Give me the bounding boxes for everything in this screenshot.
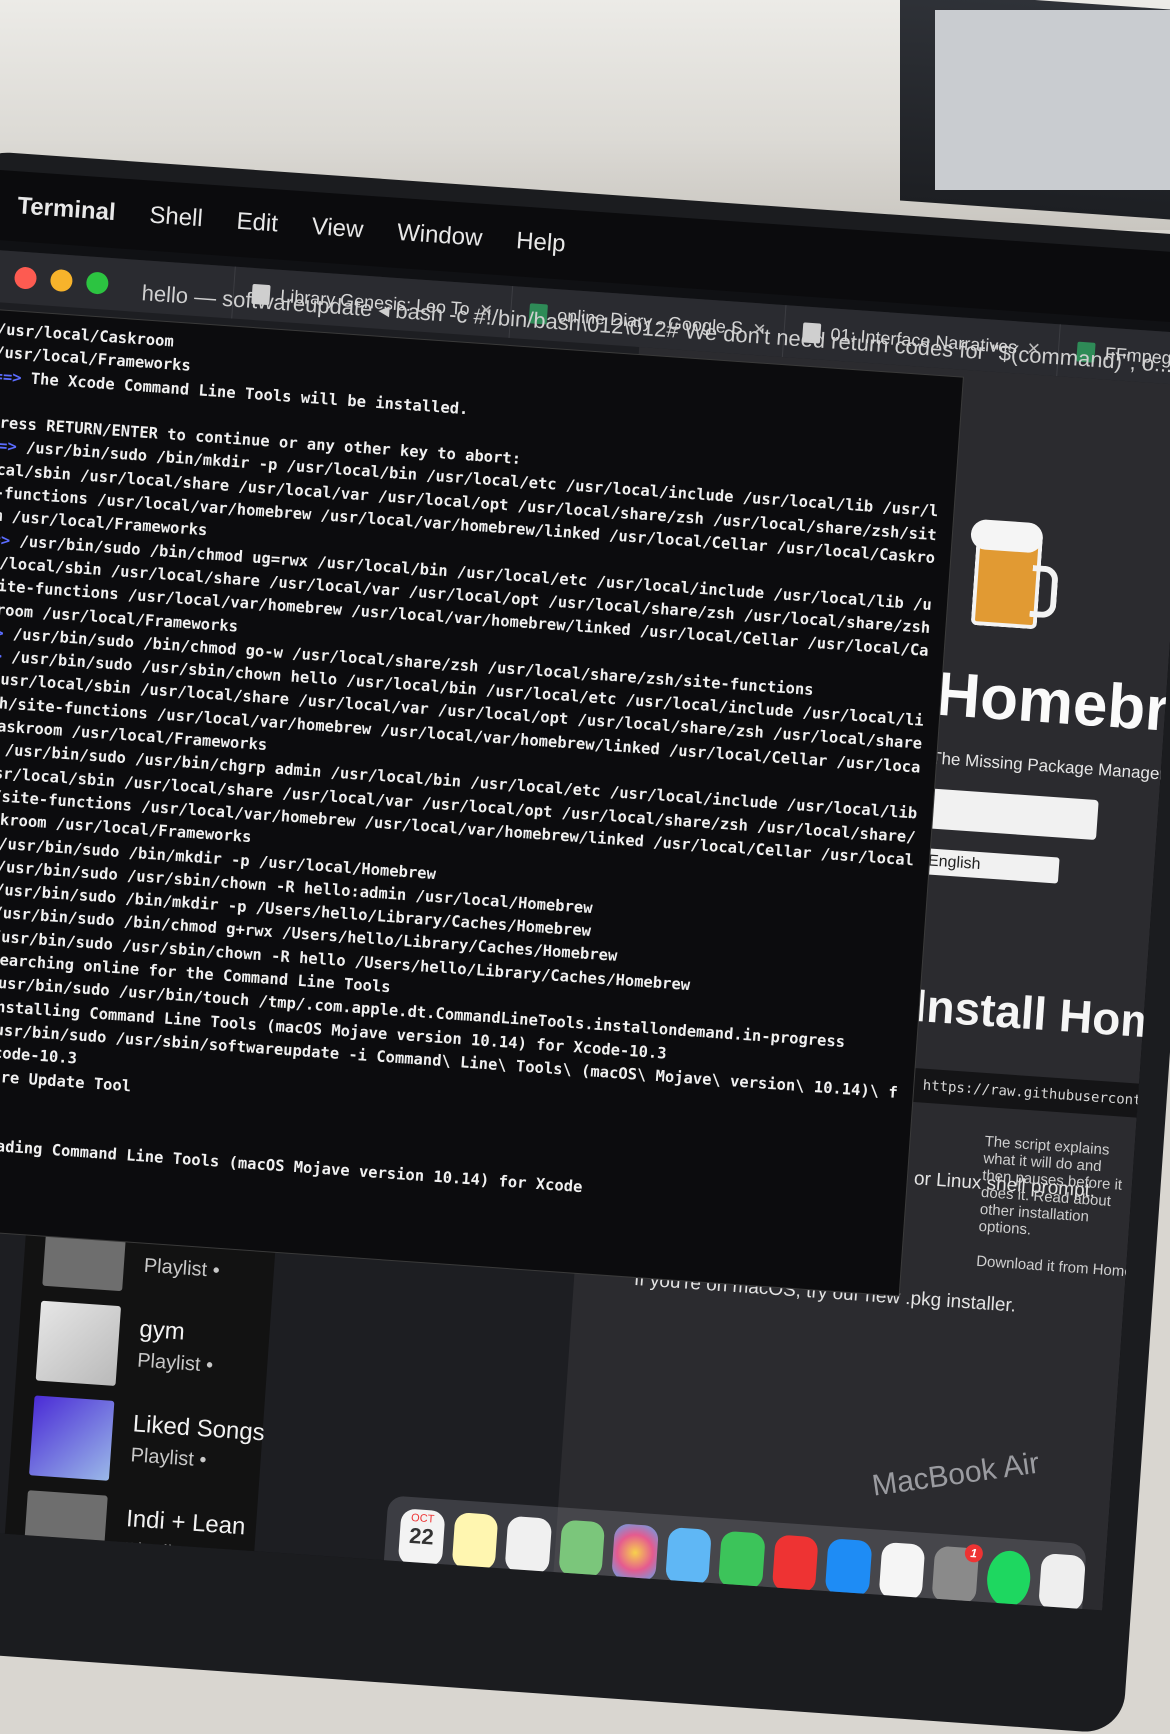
- music-icon[interactable]: [878, 1541, 926, 1601]
- homebrew-beer-logo-icon: [969, 511, 1059, 630]
- prompt-arrow-icon: ==>: [0, 436, 18, 457]
- language-select[interactable]: English: [923, 848, 1060, 884]
- homebrew-title: Homebrew: [933, 659, 1170, 751]
- playlist-item[interactable]: gym Playlist •: [35, 1300, 271, 1407]
- notification-badge: 1: [964, 1543, 984, 1563]
- terminal-output: /usr/local/Caskroom/usr/local/Frameworks…: [0, 318, 947, 1246]
- terminal-line-text: [0, 390, 2, 409]
- playlist-item[interactable]: Liked Songs Playlist •: [28, 1395, 266, 1501]
- maps-icon[interactable]: [557, 1519, 606, 1579]
- prompt-arrow-icon: ==>: [0, 366, 23, 387]
- messages-icon[interactable]: [664, 1526, 713, 1586]
- homebrew-subtitle: The Missing Package Manager for macOS (o…: [930, 748, 1170, 795]
- playlist-name: gym: [138, 1315, 186, 1346]
- playlist-type: Playlist •: [129, 1444, 208, 1472]
- document-icon[interactable]: [1038, 1553, 1086, 1611]
- menu-edit[interactable]: Edit: [236, 208, 279, 239]
- install-heading: Install Homebrew: [912, 978, 1170, 1058]
- playlist-name: Liked Songs: [131, 1410, 266, 1447]
- liked-songs-heart-icon: [29, 1395, 115, 1481]
- menu-app-terminal[interactable]: Terminal: [17, 192, 117, 227]
- background-monitor-screen: [935, 10, 1170, 190]
- system-preferences-icon[interactable]: 1: [931, 1543, 984, 1605]
- close-window-icon[interactable]: [13, 266, 38, 290]
- terminal-window[interactable]: hello — softwareupdate ◂ bash -c #!/bin/…: [0, 280, 1170, 1296]
- homebrew-search-input[interactable]: [926, 788, 1099, 841]
- notes-icon[interactable]: [451, 1512, 499, 1571]
- menu-shell[interactable]: Shell: [148, 202, 204, 234]
- playlist-type: Playlist •: [143, 1254, 221, 1282]
- zoom-window-icon[interactable]: [85, 271, 110, 295]
- menu-help[interactable]: Help: [515, 227, 566, 258]
- playlist-cover: [35, 1300, 122, 1387]
- playlist-name: Indi + Lean: [125, 1505, 247, 1541]
- reminders-icon[interactable]: [504, 1515, 552, 1575]
- menu-window[interactable]: Window: [396, 219, 483, 253]
- facetime-icon[interactable]: [718, 1530, 766, 1590]
- script-note: The script explains what it will do and …: [978, 1133, 1123, 1239]
- playlist-type: Playlist •: [136, 1349, 214, 1377]
- news-icon[interactable]: [771, 1534, 819, 1594]
- menu-view[interactable]: View: [311, 213, 364, 245]
- window-controls: [0, 265, 131, 297]
- photos-icon[interactable]: [611, 1523, 659, 1583]
- minimize-window-icon[interactable]: [49, 268, 74, 293]
- calendar-icon[interactable]: OCT 22: [397, 1508, 446, 1568]
- app-store-icon[interactable]: [824, 1538, 873, 1598]
- spotify-icon[interactable]: [985, 1549, 1033, 1609]
- laptop-screen: Terminal Shell Edit View Window Help Lib…: [0, 170, 1170, 1611]
